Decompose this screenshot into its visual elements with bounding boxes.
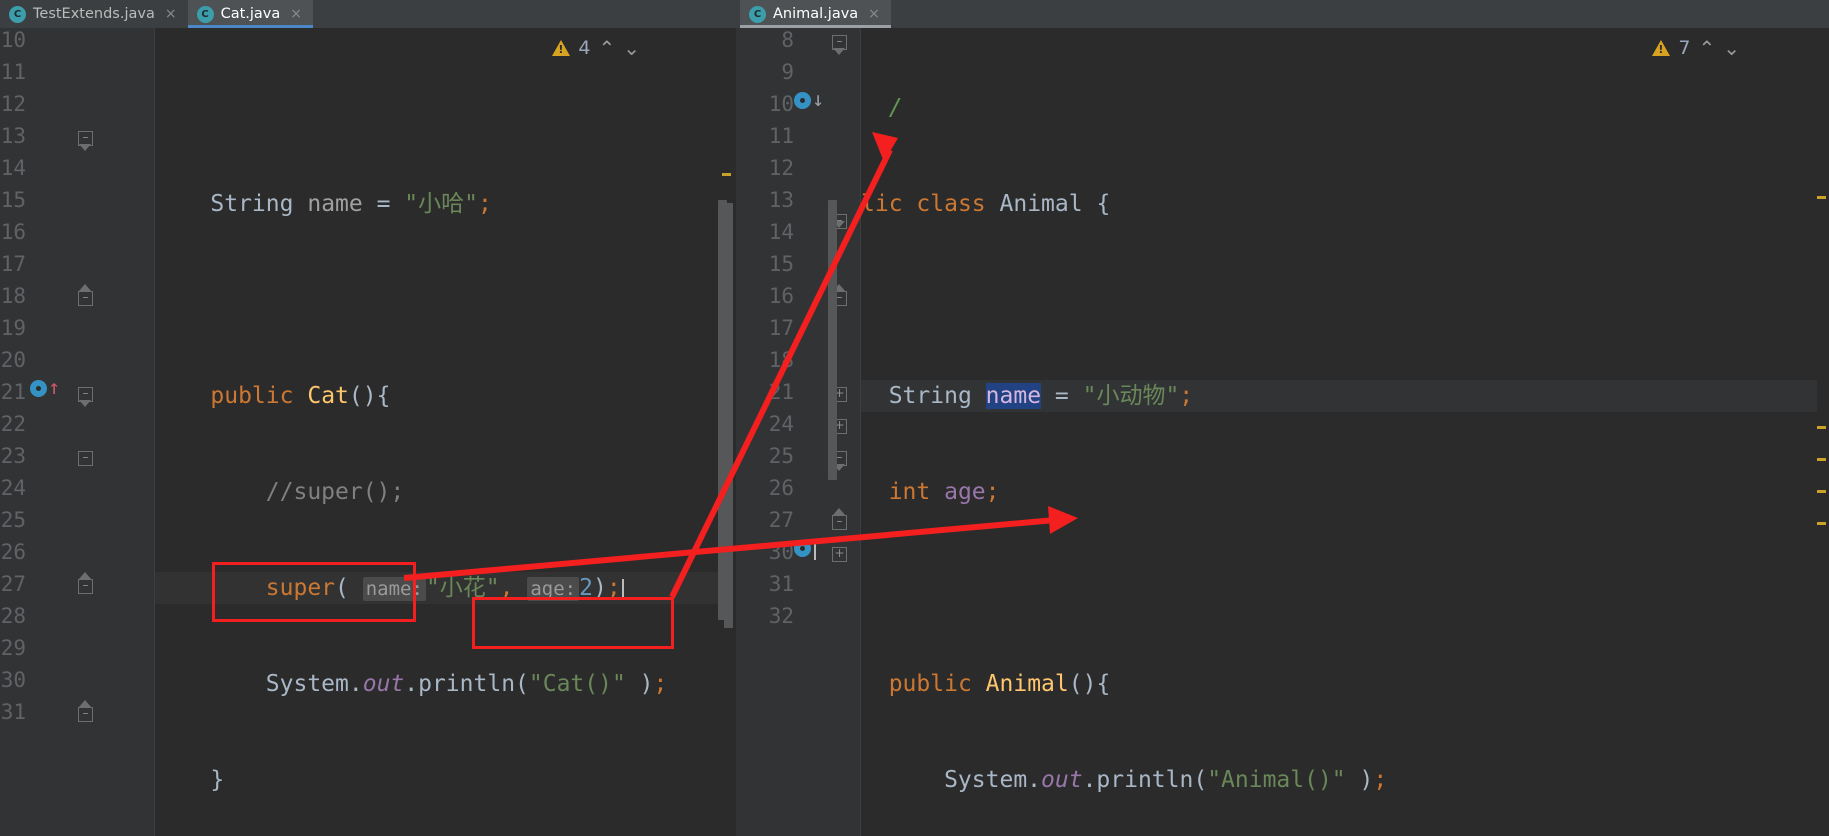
run-class-icon[interactable] bbox=[794, 92, 811, 109]
prev-problem-icon[interactable]: ⌃ bbox=[598, 36, 615, 60]
fold-region-end-icon bbox=[79, 400, 91, 407]
tab-testextends-java[interactable]: C TestExtends.java × bbox=[0, 0, 188, 28]
prev-problem-icon[interactable]: ⌃ bbox=[1698, 36, 1715, 60]
warning-marker[interactable] bbox=[722, 173, 731, 176]
warning-marker[interactable] bbox=[1817, 426, 1826, 429]
selected-identifier: name bbox=[985, 383, 1042, 409]
right-inspection-widget[interactable]: 7 ⌃ ⌄ bbox=[1652, 36, 1740, 60]
left-vertical-scrollbar-thumb[interactable] bbox=[718, 200, 727, 620]
warning-marker[interactable] bbox=[1817, 522, 1826, 525]
warning-marker[interactable] bbox=[1817, 196, 1826, 199]
code-line: String name = "小哈"; bbox=[210, 191, 492, 217]
left-editor-pane[interactable]: 10 11 12 13 14 15 16 17 18 19 20 21 22 2… bbox=[0, 28, 735, 836]
warning-triangle-icon bbox=[552, 40, 571, 56]
code-line: //super(); bbox=[265, 479, 405, 505]
right-vertical-scrollbar-thumb[interactable] bbox=[828, 200, 837, 480]
java-class-icon: C bbox=[196, 5, 214, 23]
run-method-icon[interactable] bbox=[794, 540, 811, 557]
fold-region-end-icon bbox=[833, 48, 845, 55]
right-editor-tabbar: C Animal.java × bbox=[735, 0, 1829, 28]
warning-triangle-icon bbox=[1652, 40, 1671, 56]
warning-count: 7 bbox=[1678, 37, 1691, 59]
fold-collapse-icon[interactable] bbox=[78, 451, 93, 466]
left-inspection-widget[interactable]: 4 ⌃ ⌄ bbox=[552, 36, 640, 60]
fold-collapse-icon[interactable] bbox=[832, 515, 847, 530]
warning-count: 4 bbox=[578, 37, 591, 59]
close-icon[interactable]: × bbox=[868, 6, 880, 22]
code-line: / bbox=[861, 95, 903, 121]
code-line: } bbox=[155, 767, 225, 793]
implemented-method-arrow-icon[interactable]: ↓ bbox=[812, 89, 824, 109]
code-line-highlight: String name = "小动物"; bbox=[861, 380, 1829, 412]
warning-marker[interactable] bbox=[1817, 490, 1826, 493]
run-method-icon[interactable] bbox=[30, 380, 47, 397]
next-problem-icon[interactable]: ⌄ bbox=[1723, 36, 1740, 60]
fold-region-end-icon bbox=[79, 144, 91, 151]
fold-collapse-icon[interactable] bbox=[78, 291, 93, 306]
tab-animal-java[interactable]: C Animal.java × bbox=[740, 0, 891, 28]
code-line: System.out.println("Animal()" ); bbox=[861, 767, 1388, 793]
warning-marker[interactable] bbox=[1817, 458, 1826, 461]
right-marker-bar[interactable] bbox=[1817, 28, 1829, 836]
override-caret-icon bbox=[814, 540, 816, 560]
tab-cat-java[interactable]: C Cat.java × bbox=[187, 0, 314, 28]
java-class-icon: C bbox=[9, 5, 26, 23]
fold-expand-icon[interactable] bbox=[832, 547, 847, 562]
tab-label: TestExtends.java bbox=[33, 6, 155, 22]
code-line: System.out.println("Cat()" ); bbox=[155, 671, 668, 697]
overriding-method-arrow-icon[interactable]: ↑ bbox=[48, 377, 60, 397]
tab-label: Animal.java bbox=[773, 6, 859, 22]
code-line: public Cat(){ bbox=[210, 383, 391, 409]
code-line: public Animal(){ bbox=[888, 671, 1111, 697]
right-editor-pane[interactable]: 8 9 10 11 12 13 14 15 16 17 18 21 24 25 … bbox=[735, 28, 1829, 836]
fold-collapse-icon[interactable] bbox=[78, 707, 93, 722]
left-code-area[interactable]: String name = "小哈"; public Cat(){ //supe… bbox=[155, 28, 735, 836]
next-problem-icon[interactable]: ⌄ bbox=[623, 36, 640, 60]
java-class-icon: C bbox=[749, 5, 766, 23]
close-icon[interactable]: × bbox=[165, 6, 177, 22]
code-line-caret: super( name: "小花", age: 2); bbox=[155, 572, 735, 604]
left-editor-tabbar: C TestExtends.java × C Cat.java × bbox=[0, 0, 735, 28]
code-line: int age; bbox=[888, 479, 1000, 505]
close-icon[interactable]: × bbox=[290, 6, 302, 22]
ide-window: C TestExtends.java × C Cat.java × C Anim… bbox=[0, 0, 1829, 836]
tab-label: Cat.java bbox=[220, 6, 281, 22]
code-line: lic class Animal { bbox=[861, 191, 1111, 217]
right-code-area[interactable]: / lic class Animal { String name = "小动物"… bbox=[861, 28, 1829, 836]
fold-collapse-icon[interactable] bbox=[78, 579, 93, 594]
